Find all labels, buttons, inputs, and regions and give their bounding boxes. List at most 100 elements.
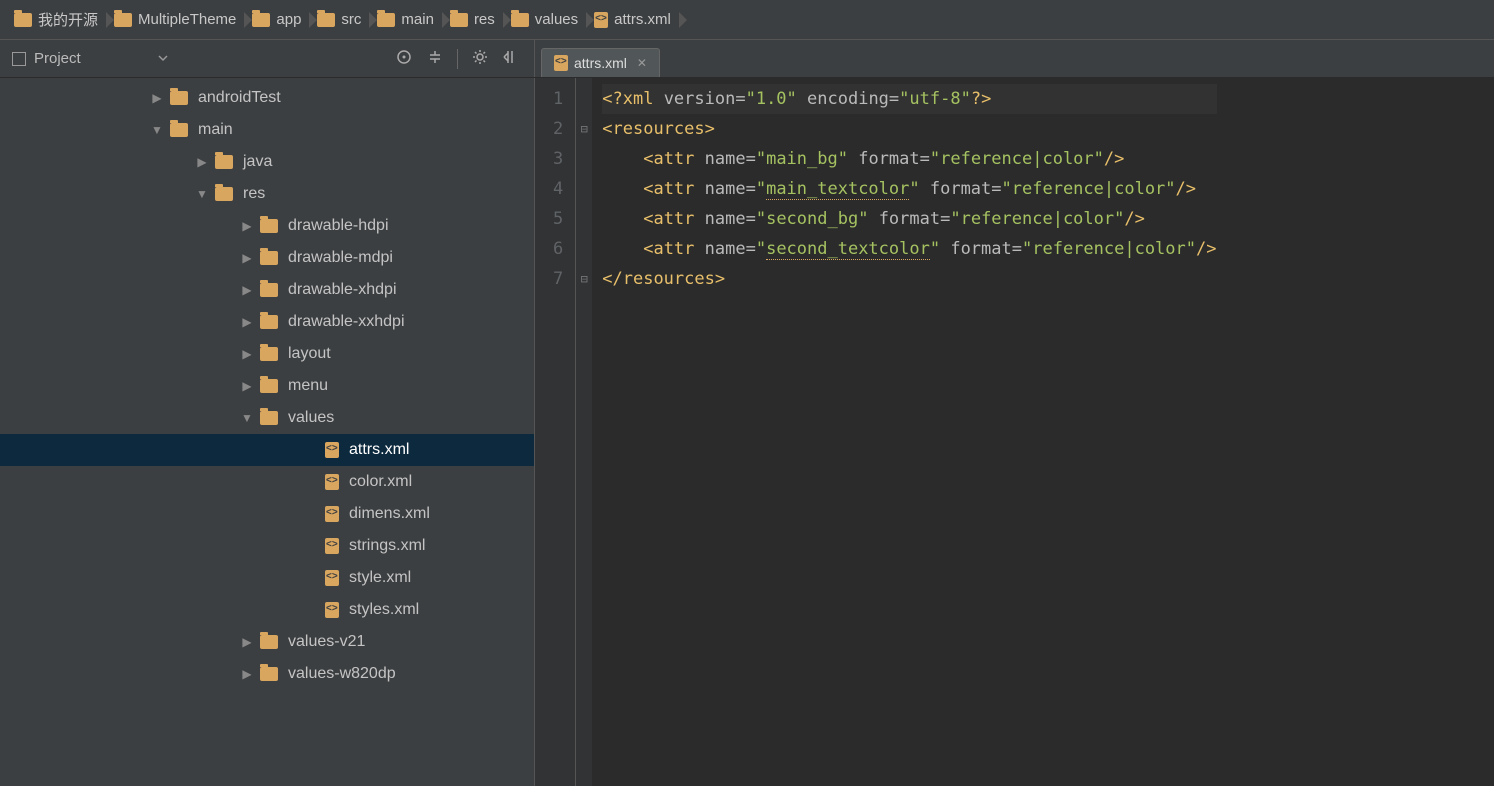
sidebar-toolbar: Project bbox=[0, 40, 535, 77]
fold-spacer bbox=[576, 204, 592, 234]
xml-file-icon bbox=[325, 442, 339, 458]
line-number: 6 bbox=[553, 234, 563, 264]
chevron-right-icon[interactable]: ▶ bbox=[240, 283, 254, 297]
code-line: <attr name="second_bg" format="reference… bbox=[602, 204, 1216, 234]
tree-label: attrs.xml bbox=[349, 441, 409, 459]
tree-label: layout bbox=[288, 345, 331, 363]
chevron-right-icon[interactable]: ▶ bbox=[240, 315, 254, 329]
chevron-right-icon[interactable]: ▶ bbox=[240, 379, 254, 393]
folder-icon bbox=[114, 13, 132, 27]
breadcrumb-label: res bbox=[474, 11, 495, 28]
project-view-switcher[interactable]: Project bbox=[0, 40, 180, 77]
tree-label: androidTest bbox=[198, 89, 281, 107]
breadcrumb: 我的开源 MultipleTheme appsrcmain res values attr… bbox=[0, 0, 1494, 40]
tree-row[interactable]: ▶ androidTest bbox=[0, 82, 534, 114]
tree-row[interactable]: ▶ drawable-xxhdpi bbox=[0, 306, 534, 338]
tree-label: res bbox=[243, 185, 265, 203]
breadcrumb-item[interactable]: 我的开源 bbox=[8, 0, 108, 39]
tree-row[interactable]: ▶ java bbox=[0, 146, 534, 178]
folder-icon bbox=[260, 219, 278, 233]
project-view-label: Project bbox=[34, 50, 81, 67]
tree-row[interactable]: style.xml bbox=[0, 562, 534, 594]
tree-label: dimens.xml bbox=[349, 505, 430, 523]
tree-row[interactable]: strings.xml bbox=[0, 530, 534, 562]
tree-row[interactable]: ▶ layout bbox=[0, 338, 534, 370]
xml-file-icon bbox=[325, 538, 339, 554]
line-number: 4 bbox=[553, 174, 563, 204]
tree-row[interactable]: ▶drawable-xhdpi bbox=[0, 274, 534, 306]
breadcrumb-item[interactable]: MultipleTheme bbox=[108, 0, 246, 39]
main-split: ▶ androidTest ▼main ▶ java ▼ res ▶drawable-hdpi… bbox=[0, 78, 1494, 786]
chevron-right-icon[interactable]: ▶ bbox=[240, 667, 254, 681]
fold-spacer bbox=[576, 174, 592, 204]
breadcrumb-item[interactable]: src bbox=[311, 0, 371, 39]
breadcrumb-label: 我的开源 bbox=[38, 9, 98, 30]
chevron-down-icon[interactable]: ▼ bbox=[195, 187, 209, 201]
chevron-down-icon bbox=[158, 50, 168, 67]
tree-row[interactable]: ▼ values bbox=[0, 402, 534, 434]
line-number: 5 bbox=[553, 204, 563, 234]
tree-row[interactable]: ▼main bbox=[0, 114, 534, 146]
breadcrumb-item[interactable]: values bbox=[505, 0, 588, 39]
chevron-right-icon[interactable]: ▶ bbox=[150, 91, 164, 105]
toolbar-row: Project attrs.xml ✕ bbox=[0, 40, 1494, 78]
gear-icon[interactable] bbox=[472, 49, 488, 68]
breadcrumb-label: attrs.xml bbox=[614, 11, 671, 28]
locate-icon[interactable] bbox=[395, 48, 413, 69]
breadcrumb-label: MultipleTheme bbox=[138, 11, 236, 28]
chevron-right-icon[interactable]: ▶ bbox=[240, 635, 254, 649]
tree-label: values-w820dp bbox=[288, 665, 396, 683]
breadcrumb-label: app bbox=[276, 11, 301, 28]
tree-row[interactable]: attrs.xml bbox=[0, 434, 534, 466]
tab-attrs-xml[interactable]: attrs.xml ✕ bbox=[541, 48, 660, 77]
chevron-down-icon[interactable]: ▼ bbox=[240, 411, 254, 425]
tree-row[interactable]: ▶menu bbox=[0, 370, 534, 402]
tree-row[interactable]: color.xml bbox=[0, 466, 534, 498]
fold-marker[interactable]: ⊟ bbox=[576, 264, 592, 294]
folder-icon bbox=[170, 91, 188, 105]
tree-label: style.xml bbox=[349, 569, 411, 587]
tab-label: attrs.xml bbox=[574, 55, 627, 71]
tree-label: drawable-mdpi bbox=[288, 249, 393, 267]
breadcrumb-item[interactable]: app bbox=[246, 0, 311, 39]
fold-marker[interactable]: ⊟ bbox=[576, 114, 592, 144]
xml-file-icon bbox=[325, 474, 339, 490]
tree-row[interactable]: dimens.xml bbox=[0, 498, 534, 530]
code-line: <attr name="main_textcolor" format="refe… bbox=[602, 174, 1216, 204]
close-icon[interactable]: ✕ bbox=[637, 56, 647, 70]
tree-label: styles.xml bbox=[349, 601, 419, 619]
breadcrumb-item[interactable]: main bbox=[371, 0, 444, 39]
editor[interactable]: 1234567 ⊟ ⊟ <?xml version="1.0" encoding… bbox=[535, 78, 1494, 786]
code-content[interactable]: <?xml version="1.0" encoding="utf-8"?><r… bbox=[592, 78, 1226, 786]
collapse-all-icon[interactable] bbox=[427, 49, 443, 68]
tree-row[interactable]: styles.xml bbox=[0, 594, 534, 626]
tree-row[interactable]: ▶ values-w820dp bbox=[0, 658, 534, 690]
tree-row[interactable]: ▶ drawable-mdpi bbox=[0, 242, 534, 274]
folder-icon bbox=[14, 13, 32, 27]
xml-file-icon bbox=[325, 506, 339, 522]
tree-label: color.xml bbox=[349, 473, 412, 491]
chevron-right-icon[interactable]: ▶ bbox=[195, 155, 209, 169]
tree-row[interactable]: ▶drawable-hdpi bbox=[0, 210, 534, 242]
chevron-down-icon[interactable]: ▼ bbox=[150, 123, 164, 137]
tree-row[interactable]: ▶values-v21 bbox=[0, 626, 534, 658]
chevron-right-icon[interactable]: ▶ bbox=[240, 219, 254, 233]
fold-spacer bbox=[576, 234, 592, 264]
tree-label: drawable-xxhdpi bbox=[288, 313, 405, 331]
folder-icon bbox=[450, 13, 468, 27]
gutter-fold[interactable]: ⊟ ⊟ bbox=[576, 78, 592, 786]
breadcrumb-item[interactable]: res bbox=[444, 0, 505, 39]
folder-icon bbox=[260, 315, 278, 329]
tree-label: java bbox=[243, 153, 272, 171]
line-number: 7 bbox=[553, 264, 563, 294]
breadcrumb-item[interactable]: attrs.xml bbox=[588, 0, 681, 39]
folder-icon bbox=[260, 635, 278, 649]
folder-icon bbox=[377, 13, 395, 27]
tree-label: values bbox=[288, 409, 334, 427]
chevron-right-icon[interactable]: ▶ bbox=[240, 251, 254, 265]
divider bbox=[457, 49, 458, 69]
tree-row[interactable]: ▼ res bbox=[0, 178, 534, 210]
project-tree: ▶ androidTest ▼main ▶ java ▼ res ▶drawable-hdpi… bbox=[0, 78, 535, 786]
chevron-right-icon[interactable]: ▶ bbox=[240, 347, 254, 361]
hide-icon[interactable] bbox=[502, 49, 518, 68]
